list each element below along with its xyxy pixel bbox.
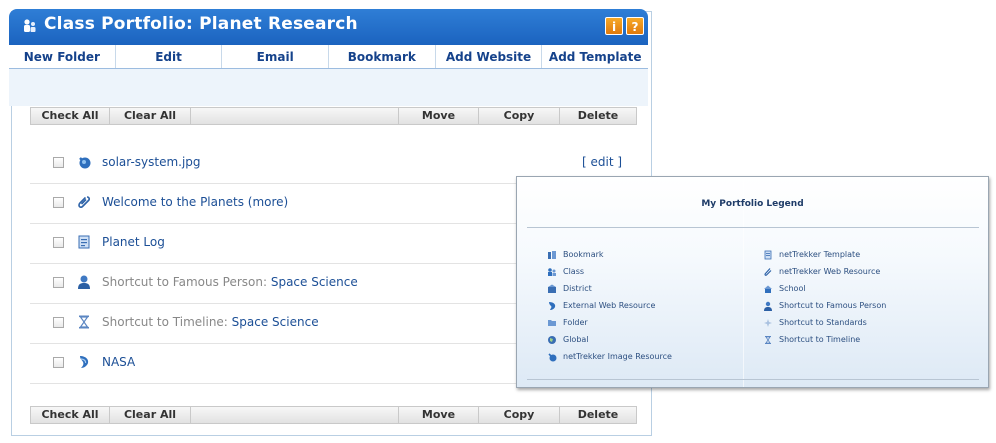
divider (527, 379, 979, 380)
item-label[interactable]: NASA (102, 355, 135, 369)
template-icon (764, 250, 772, 260)
standards-icon (764, 319, 772, 327)
clear-all-button[interactable]: Clear All (110, 407, 190, 423)
title-bar: Class Portfolio: Planet Research i ? (9, 9, 648, 45)
divider (190, 407, 191, 423)
add-template-button[interactable]: Add Template (542, 45, 648, 68)
web-resource-icon (78, 196, 91, 209)
bookmark-icon (548, 251, 556, 259)
info-button[interactable]: i (605, 17, 623, 35)
edit-button[interactable]: Edit (116, 45, 223, 68)
image-resource-icon (79, 157, 91, 169)
district-icon (548, 284, 556, 293)
external-web-resource-icon (80, 356, 89, 368)
web-resource-icon (764, 268, 772, 276)
item-label[interactable]: solar-system.jpg (102, 155, 201, 169)
item-checkbox[interactable] (53, 317, 64, 328)
edit-link[interactable]: [ edit ] (582, 155, 622, 169)
image-resource-icon (548, 353, 557, 362)
template-icon (78, 235, 90, 249)
copy-button[interactable]: Copy (479, 407, 559, 423)
delete-button[interactable]: Delete (560, 108, 636, 124)
item-label[interactable]: Planet Log (102, 235, 165, 249)
page-title: Class Portfolio: Planet Research (44, 14, 358, 34)
check-all-button[interactable]: Check All (31, 108, 109, 124)
timeline-icon (79, 315, 89, 329)
clear-all-button[interactable]: Clear All (110, 108, 190, 124)
help-button[interactable]: ? (626, 17, 644, 35)
item-label[interactable]: Shortcut to Timeline: Space Science (102, 315, 319, 329)
legend-title: My Portfolio Legend (701, 199, 804, 209)
folder-icon (548, 320, 556, 326)
portfolio-toolbar: New Folder Edit Email Bookmark Add Websi… (9, 45, 648, 69)
move-button[interactable]: Move (399, 108, 478, 124)
item-checkbox[interactable] (53, 357, 64, 368)
famous-person-icon (78, 275, 90, 289)
class-icon (24, 19, 36, 32)
external-web-resource-icon (549, 302, 556, 310)
item-label[interactable]: Shortcut to Famous Person: Space Science (102, 275, 358, 289)
delete-button[interactable]: Delete (560, 407, 636, 423)
item-checkbox[interactable] (53, 157, 64, 168)
item-checkbox[interactable] (53, 237, 64, 248)
global-icon (548, 336, 556, 344)
school-icon (764, 285, 772, 293)
bookmark-button[interactable]: Bookmark (329, 45, 436, 68)
divider (527, 227, 979, 228)
item-checkbox[interactable] (53, 197, 64, 208)
item-checkbox[interactable] (53, 277, 64, 288)
check-all-button[interactable]: Check All (31, 407, 109, 423)
action-bar-top: Check All Clear All Move Copy Delete (30, 107, 637, 125)
new-folder-button[interactable]: New Folder (9, 45, 116, 68)
item-label[interactable]: Welcome to the Planets (more) (102, 195, 288, 209)
action-bar-bottom: Check All Clear All Move Copy Delete (30, 406, 637, 424)
class-icon (548, 268, 556, 276)
portfolio-legend: My Portfolio Legend Bookmark Class Distr… (516, 176, 989, 388)
add-website-button[interactable]: Add Website (436, 45, 543, 68)
timeline-icon (765, 336, 771, 344)
email-button[interactable]: Email (222, 45, 330, 68)
copy-button[interactable]: Copy (479, 108, 559, 124)
move-button[interactable]: Move (399, 407, 478, 423)
famous-person-icon (764, 301, 772, 311)
divider (190, 108, 191, 124)
toolbar-strip (9, 69, 648, 106)
